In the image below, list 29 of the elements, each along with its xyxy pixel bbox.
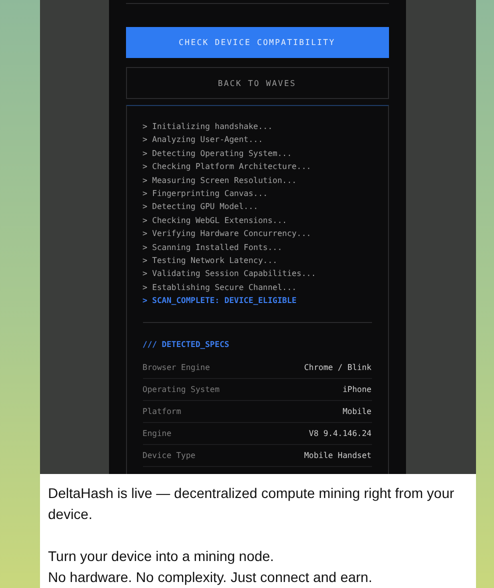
message-text: No hardware. No complexity. Just connect and earn.: [48, 568, 374, 587]
spec-label: Operating System: [142, 384, 220, 394]
section-title: /// DETECTED_SPECS: [142, 340, 230, 349]
message-text: DeltaHash is live — decentralized compute mining right from your device.: [48, 484, 456, 524]
log-line: > Verifying Hardware Concurrency...: [142, 228, 312, 240]
log-line: > Detecting GPU Model...: [142, 201, 260, 214]
spec-value: iPhone: [342, 384, 372, 394]
spec-value: V8 9.4.146.24: [308, 428, 372, 438]
back-button[interactable]: BACK TO WAVES: [126, 67, 388, 99]
log-line: > Checking WebGL Extensions...: [142, 214, 288, 227]
log-line: > Initializing handshake...: [142, 121, 274, 133]
log-line: > Establishing Secure Channel...: [142, 282, 298, 294]
spec-value: Mobile Handset: [304, 450, 372, 460]
log-line: > Scanning Installed Fonts...: [142, 242, 284, 254]
spec-label: Platform: [142, 406, 182, 416]
log-line: > Testing Network Latency...: [142, 255, 278, 268]
spec-label: Device Type: [142, 450, 196, 460]
scan-result: > SCAN_COMPLETE: DEVICE_ELIGIBLE: [142, 295, 298, 308]
log-line: > Analyzing User-Agent...: [142, 134, 264, 146]
log-line: > Checking Platform Architecture...: [142, 161, 312, 174]
spec-value: Mobile: [342, 406, 372, 416]
log-line: > Fingerprinting Canvas...: [142, 188, 269, 200]
message-text: Turn your device into a mining node.: [48, 547, 275, 566]
spec-label: Browser Engine: [142, 362, 210, 372]
log-line: > Measuring Screen Resolution...: [142, 174, 298, 187]
spec-value: Chrome / Blink: [304, 362, 372, 372]
log-line: > Validating Session Capabilities...: [142, 268, 317, 280]
spec-label: Engine: [142, 428, 172, 438]
log-line: > Detecting Operating System...: [142, 148, 293, 160]
